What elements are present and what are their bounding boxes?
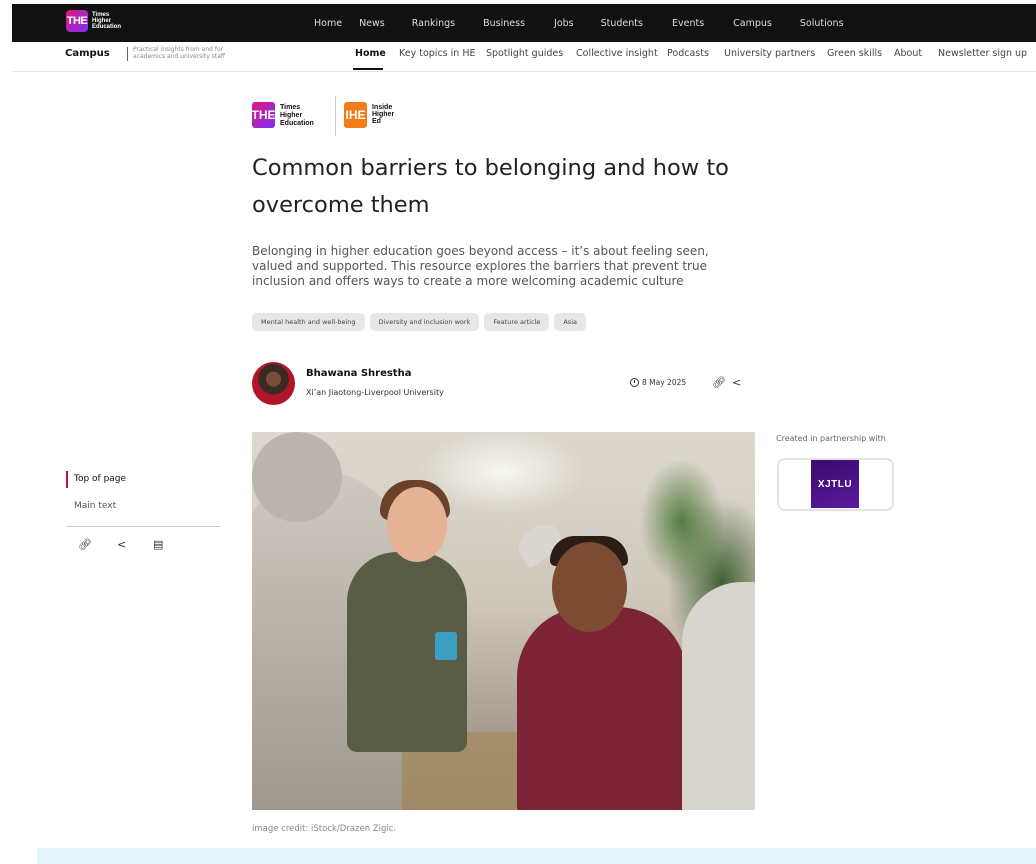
partner-logo-divider: [335, 96, 336, 136]
subnav-green-skills[interactable]: Green skills: [827, 48, 882, 59]
nav-home[interactable]: Home: [314, 18, 342, 29]
subnav-newsletter-signup[interactable]: Newsletter sign up: [938, 48, 1027, 59]
subnav-collective-insight[interactable]: Collective insight: [576, 48, 658, 59]
subnav-active-indicator: [353, 68, 383, 70]
share-icon[interactable]: <: [117, 538, 126, 551]
partnership-label: Created in partnership with: [776, 434, 886, 443]
subnav-key-topics[interactable]: Key topics in HE: [399, 48, 475, 59]
toc-item-main-text[interactable]: Main text: [74, 501, 116, 511]
footer-band: [37, 848, 1036, 864]
toc-divider: [66, 526, 220, 527]
author-institution: Xi’an Jiaotong-Liverpool University: [306, 388, 444, 397]
publish-date-text: 8 May 2025: [642, 378, 687, 387]
article-hero-image: [252, 432, 755, 810]
nav-students[interactable]: Students: [601, 18, 643, 29]
toc-item-top-of-page[interactable]: Top of page: [74, 474, 126, 484]
main-nav: Home News Rankings Business Jobs Student…: [314, 4, 844, 42]
nav-news[interactable]: News: [359, 18, 385, 29]
subnav-spotlight-guides[interactable]: Spotlight guides: [486, 48, 563, 59]
subnav-podcasts[interactable]: Podcasts: [667, 48, 709, 59]
clock-icon: [630, 378, 639, 387]
top-nav-bar: THE Times Higher Education Home News Ran…: [12, 4, 1036, 42]
campus-tagline: Practical insights from and for academic…: [133, 46, 226, 60]
subnav-about[interactable]: About: [894, 48, 922, 59]
the-logo-text: Times Higher Education: [92, 12, 122, 30]
author-avatar[interactable]: [252, 362, 295, 405]
article-title: Common barriers to belonging and how to …: [252, 155, 729, 218]
link-icon[interactable]: 🔗︎: [712, 376, 726, 389]
image-credit: image credit: iStock/Drazen Zigic.: [252, 824, 397, 834]
tag-diversity-inclusion[interactable]: Diversity and inclusion work: [369, 313, 480, 331]
author-name[interactable]: Bhawana Shrestha: [306, 368, 411, 379]
nav-campus[interactable]: Campus: [733, 18, 772, 29]
subnav-home[interactable]: Home: [355, 48, 386, 59]
nav-business[interactable]: Business: [483, 18, 525, 29]
publish-date: 8 May 2025: [630, 378, 686, 387]
share-icon[interactable]: <: [732, 376, 741, 389]
the-logo[interactable]: THE Times Higher Education: [66, 10, 121, 32]
nav-jobs[interactable]: Jobs: [554, 18, 574, 29]
article-standfirst: Belonging in higher education goes beyon…: [252, 244, 709, 288]
xjtlu-logo[interactable]: XJTLU: [811, 460, 859, 508]
campus-subnav-bar: Campus Practical insights from and for a…: [12, 42, 1036, 72]
tag-asia[interactable]: Asia: [554, 313, 586, 331]
toc-active-marker: [66, 471, 68, 488]
nav-events[interactable]: Events: [672, 18, 704, 29]
tag-feature-article[interactable]: Feature article: [484, 313, 550, 331]
the-partner-logo-text: Times Higher Education: [280, 104, 314, 127]
nav-rankings[interactable]: Rankings: [412, 18, 455, 29]
ihe-partner-logo-text: Inside Higher Ed: [372, 104, 395, 125]
subnav-university-partners[interactable]: University partners: [724, 48, 815, 59]
nav-solutions[interactable]: Solutions: [800, 18, 844, 29]
link-icon[interactable]: 🔗︎: [78, 538, 92, 551]
the-logo-mark: THE: [66, 10, 88, 32]
campus-brand[interactable]: Campus: [65, 48, 110, 59]
brand-divider: [127, 47, 128, 61]
comment-icon[interactable]: ▤: [153, 538, 163, 551]
tag-mental-health[interactable]: Mental health and well-being: [252, 313, 365, 331]
ihe-partner-logo: IHE: [344, 102, 367, 128]
the-partner-logo: THE: [252, 102, 276, 128]
article-tags: Mental health and well-being Diversity a…: [252, 313, 586, 331]
